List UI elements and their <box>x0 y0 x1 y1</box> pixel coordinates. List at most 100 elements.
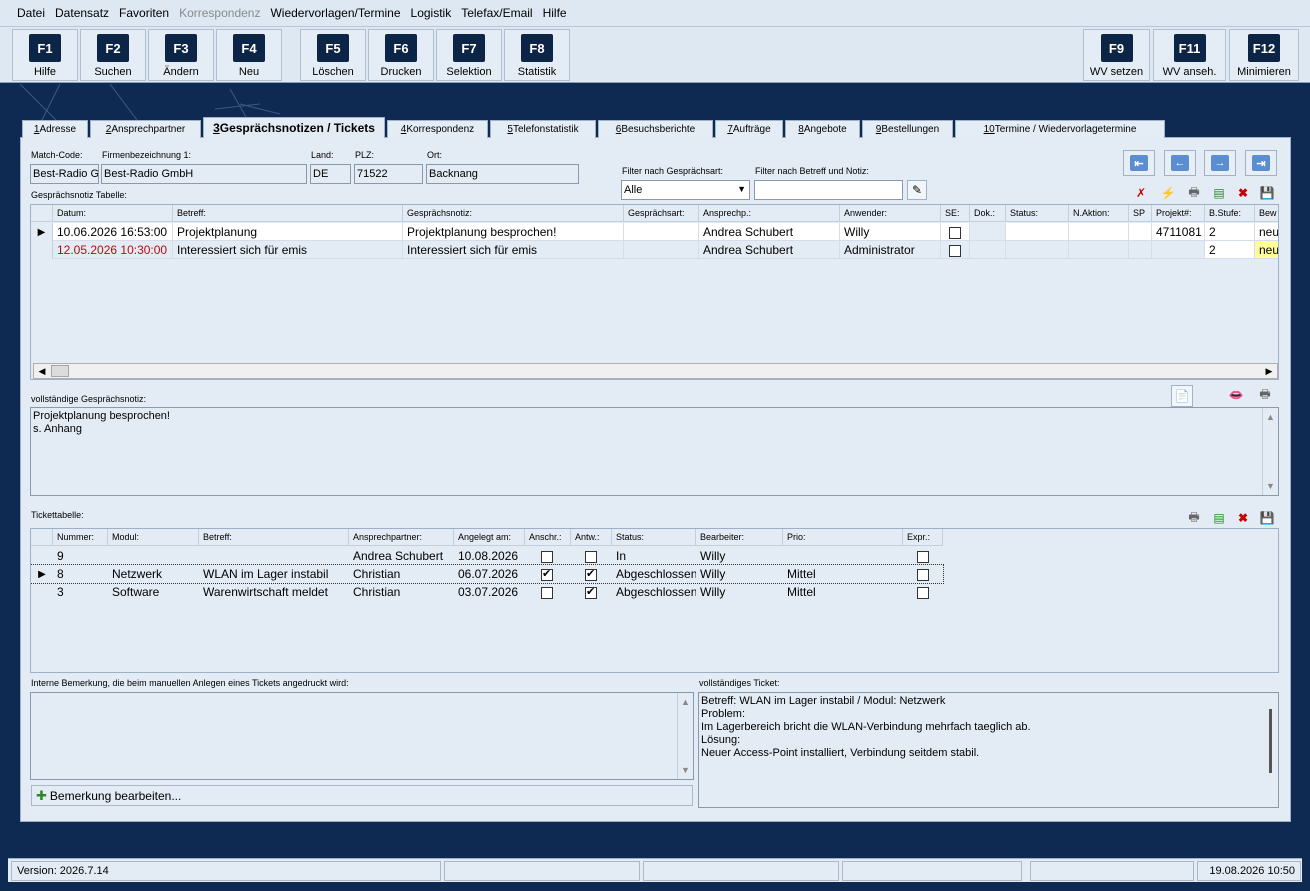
print-icon[interactable]: 🖶 <box>1184 183 1204 203</box>
cell-naktion[interactable] <box>1069 223 1129 241</box>
ticket-scroll-thumb[interactable] <box>1269 709 1272 773</box>
full-note-text[interactable]: Projektplanung besprochen! s. Anhang ▲ ▼ <box>30 407 1279 496</box>
cell-dok[interactable] <box>970 241 1006 259</box>
table-row[interactable]: 3 Software Warenwirtschaft meldet Christ… <box>31 583 943 601</box>
scroll-down-icon[interactable]: ▼ <box>1263 479 1278 493</box>
cell-ansprech[interactable]: Andrea Schubert <box>699 223 840 241</box>
table-row[interactable]: 12.05.2026 10:30:00 Interessiert sich fü… <box>31 241 1278 259</box>
col-antw[interactable]: Antw.: <box>571 529 612 546</box>
print-ticket-icon[interactable]: 🖶 <box>1184 508 1204 528</box>
cell-ticket-status[interactable]: Abgeschlossen <box>612 565 696 583</box>
cell-anwender[interactable]: Administrator <box>840 241 941 259</box>
cell-ansprech[interactable]: Andrea Schubert <box>699 241 840 259</box>
cell-projekt[interactable] <box>1152 241 1205 259</box>
antw-checkbox[interactable] <box>585 567 597 581</box>
notes-hscrollbar[interactable]: ◀ ▶ <box>33 363 1278 379</box>
cell-antw[interactable] <box>571 547 612 565</box>
expr-checkbox[interactable] <box>917 568 929 581</box>
cell-projekt[interactable]: 4711081 <box>1152 223 1205 241</box>
col-notiz[interactable]: Gesprächsnotiz: <box>403 205 624 222</box>
table-row[interactable]: ▶ 8 Netzwerk WLAN im Lager instabil Chri… <box>31 564 944 584</box>
scroll-up-icon[interactable]: ▲ <box>678 695 693 709</box>
tab-korrespondenz[interactable]: 4 Korrespondenz <box>387 120 488 138</box>
cell-anwender[interactable]: Willy <box>840 223 941 241</box>
cell-betreff[interactable] <box>199 547 349 565</box>
tab-angebote[interactable]: 8 Angebote <box>785 120 860 138</box>
cell-datum[interactable]: 12.05.2026 10:30:00 <box>53 241 173 259</box>
note-vscrollbar[interactable]: ▲ ▼ <box>1262 408 1278 495</box>
menu-wiedervorlagen[interactable]: Wiedervorlagen/Termine <box>265 6 405 20</box>
cell-modul[interactable]: Software <box>108 583 199 601</box>
cell-betreff[interactable]: WLAN im Lager instabil <box>199 565 349 583</box>
cell-angelegt[interactable]: 06.07.2026 <box>454 565 525 583</box>
table-row[interactable]: ▶ 10.06.2026 16:53:00 Projektplanung Pro… <box>31 223 1278 241</box>
cell-prio[interactable] <box>783 547 903 565</box>
antw-checkbox[interactable] <box>585 585 597 599</box>
scroll-up-icon[interactable]: ▲ <box>1263 410 1278 424</box>
cell-bew[interactable]: neu <box>1255 241 1278 259</box>
cell-notiz[interactable]: Interessiert sich für emis <box>403 241 624 259</box>
delete-filter-icon[interactable]: ✗ <box>1131 183 1151 203</box>
col-ticket-status[interactable]: Status: <box>612 529 696 546</box>
cell-notiz[interactable]: Projektplanung besprochen! <box>403 223 624 241</box>
tab-telefonstatistik[interactable]: 5 Telefonstatistik <box>490 120 596 138</box>
cell-anschr[interactable] <box>525 547 571 565</box>
cell-nummer[interactable]: 8 <box>53 565 108 583</box>
menu-logistik[interactable]: Logistik <box>406 6 457 20</box>
delete-icon[interactable]: ✖ <box>1233 183 1253 203</box>
cell-bearbeiter[interactable]: Willy <box>696 547 783 565</box>
cell-ticket-status[interactable]: In <box>612 547 696 565</box>
col-bstufe[interactable]: B.Stufe: <box>1205 205 1255 222</box>
col-art[interactable]: Gesprächsart: <box>624 205 699 222</box>
anschr-checkbox[interactable] <box>541 550 553 563</box>
filter-betreff-input[interactable] <box>754 180 903 200</box>
col-modul[interactable]: Modul: <box>108 529 199 546</box>
cell-prio[interactable]: Mittel <box>783 565 903 583</box>
col-status[interactable]: Status: <box>1006 205 1069 222</box>
antw-checkbox[interactable] <box>585 550 597 563</box>
f5-loeschen-button[interactable]: F5 Löschen <box>300 29 366 81</box>
cell-art[interactable] <box>624 223 699 241</box>
col-bearbeiter[interactable]: Bearbeiter: <box>696 529 783 546</box>
export-icon[interactable]: ▤ <box>1209 183 1229 203</box>
full-ticket-text[interactable]: Betreff: WLAN im Lager instabil / Modul:… <box>698 692 1279 808</box>
col-sp[interactable]: SP <box>1129 205 1152 222</box>
f2-suchen-button[interactable]: F2 Suchen <box>80 29 146 81</box>
col-prio[interactable]: Prio: <box>783 529 903 546</box>
cell-ansprechpartner[interactable]: Andrea Schubert <box>349 547 454 565</box>
cell-expr[interactable] <box>903 583 943 601</box>
f6-drucken-button[interactable]: F6 Drucken <box>368 29 434 81</box>
cell-ticket-status[interactable]: Abgeschlossen <box>612 583 696 601</box>
cell-angelegt[interactable]: 03.07.2026 <box>454 583 525 601</box>
export-ticket-icon[interactable]: ▤ <box>1209 508 1229 528</box>
print-note-icon[interactable]: 🖶 <box>1255 385 1275 405</box>
f1-hilfe-button[interactable]: F1 Hilfe <box>12 29 78 81</box>
col-bew[interactable]: Bew <box>1255 205 1278 222</box>
scroll-down-icon[interactable]: ▼ <box>678 763 693 777</box>
save-icon[interactable]: 💾 <box>1257 183 1277 203</box>
cell-bearbeiter[interactable]: Willy <box>696 565 783 583</box>
cell-prio[interactable]: Mittel <box>783 583 903 601</box>
f7-selektion-button[interactable]: F7 Selektion <box>436 29 502 81</box>
cell-nummer[interactable]: 9 <box>53 547 108 565</box>
cell-antw[interactable] <box>571 565 612 583</box>
cell-se[interactable] <box>941 223 970 241</box>
table-row[interactable]: 9 Andrea Schubert 10.08.2026 In Willy <box>31 547 943 565</box>
cell-expr[interactable] <box>903 565 943 583</box>
edit-remark-button[interactable]: ✚ Bemerkung bearbeiten... <box>31 785 693 806</box>
f9-wv-setzen-button[interactable]: F9 WV setzen <box>1083 29 1150 81</box>
cell-naktion[interactable] <box>1069 241 1129 259</box>
cell-antw[interactable] <box>571 583 612 601</box>
col-expr[interactable]: Expr.: <box>903 529 943 546</box>
col-naktion[interactable]: N.Aktion: <box>1069 205 1129 222</box>
col-ansprechpartner[interactable]: Ansprechpartner: <box>349 529 454 546</box>
col-anschr[interactable]: Anschr.: <box>525 529 571 546</box>
internal-note-vscrollbar[interactable]: ▲ ▼ <box>677 693 693 779</box>
cell-betreff[interactable]: Warenwirtschaft meldet <box>199 583 349 601</box>
cell-anschr[interactable] <box>525 565 571 583</box>
tab-besuchsberichte[interactable]: 6 Besuchsberichte <box>598 120 713 138</box>
prev-record-button[interactable]: ← <box>1164 150 1196 176</box>
edit-filter-icon[interactable]: ✎ <box>907 180 927 200</box>
col-nummer[interactable]: Nummer: <box>53 529 108 546</box>
cell-art[interactable] <box>624 241 699 259</box>
